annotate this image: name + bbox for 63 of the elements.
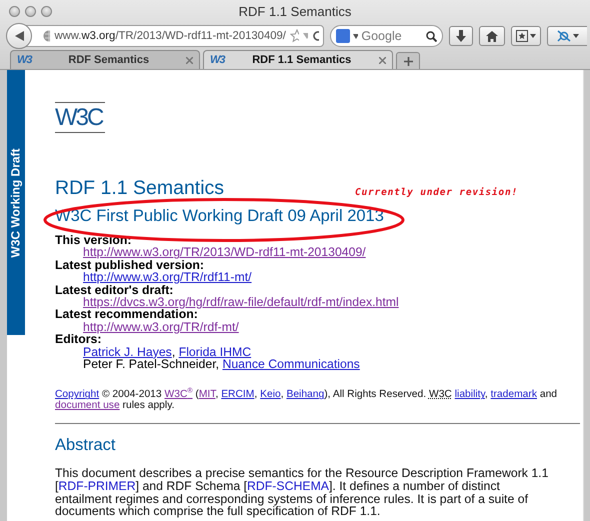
link[interactable]: ERCIM [221, 389, 254, 400]
search-input[interactable]: Google [361, 29, 424, 43]
link[interactable]: Copyright [55, 389, 100, 400]
zoom-button[interactable] [41, 6, 52, 16]
link[interactable]: http://www.w3.org/TR/2013/WD-rdf11-mt-20130409/ [83, 245, 366, 260]
editor-line: Patrick J. Hayes, Florida IHMC [83, 346, 252, 358]
close-tab-icon[interactable] [379, 56, 386, 64]
home-button[interactable] [479, 26, 505, 46]
dropdown-icon [530, 34, 536, 38]
abstract-paragraph: This document describes a precise semantics for the Resource Description Framework 1.1 [RDF-PRIMER] and RDF Schema [RDF-SCHEMA]. It defines a number of distinct entailment regimes and corresponding systems of inference rules. It is part of a suite of documents which comprise the full specification of RDF 1.1. [55, 467, 550, 518]
reload-icon[interactable] [312, 30, 319, 42]
link[interactable]: Florida IHMC [178, 344, 252, 359]
link[interactable]: document use [55, 400, 120, 412]
tab-icon: W3 [210, 54, 224, 66]
download-button[interactable] [449, 26, 473, 46]
search-bar[interactable]: Google [330, 25, 443, 47]
link[interactable]: http://www.w3.org/TR/rdf11-mt/ [83, 270, 252, 284]
plus-icon [404, 56, 412, 66]
banner-label: W3C Working Draft [9, 148, 23, 258]
section-heading: Abstract [55, 436, 116, 456]
link[interactable]: W3C$^{®}$ [164, 389, 193, 400]
bookmark-star-icon [516, 30, 528, 42]
home-icon [486, 30, 498, 42]
tab[interactable]: W3 RDF 1.1 Semantics [203, 50, 393, 69]
editor-line: Peter F. Patel-Schneider, Nuance Communications [83, 358, 360, 370]
dropdown-icon[interactable] [352, 34, 358, 38]
reference-link[interactable]: RDF-SCHEMA [247, 479, 330, 494]
page-title: RDF 1.1 Semantics [55, 176, 224, 200]
new-tab-button[interactable] [396, 52, 420, 69]
link[interactable]: Beihang [286, 389, 324, 400]
field-label: This version: [55, 234, 132, 246]
copyright-notice: Copyright © 2004-2013 W3C$^{®}$ (MIT, ERCIM, Keio, Beihang), All Rights Reserved. W3C liability, trademark and document use rules apply. [55, 389, 558, 412]
link[interactable]: Keio [260, 389, 281, 400]
addon-icon [556, 30, 570, 42]
link[interactable]: MIT [198, 389, 216, 400]
window-title: RDF 1.1 Semantics [238, 4, 352, 18]
field-label: Latest published version: [55, 258, 204, 272]
star-icon[interactable] [290, 29, 299, 43]
link[interactable]: Patrick J. Hayes [83, 344, 172, 359]
close-tab-icon[interactable] [186, 56, 193, 64]
field-label: Latest recommendation: [55, 308, 198, 321]
reference-link[interactable]: RDF-PRIMER [58, 479, 136, 494]
addon-button[interactable] [547, 26, 587, 46]
link[interactable]: Nuance Communications [222, 357, 360, 372]
download-icon [456, 30, 466, 42]
field-label: Editors: [55, 333, 102, 346]
link[interactable]: trademark [490, 389, 537, 400]
abbreviation: W3C [428, 389, 452, 400]
bookmarks-button[interactable] [511, 26, 541, 46]
logo[interactable]: W3C [55, 102, 105, 133]
link[interactable]: https://dvcs.w3.org/hg/rdf/raw-file/default/rdf-mt/index.html [83, 295, 399, 310]
close-button[interactable] [9, 6, 20, 16]
field-label: Latest editor's draft: [55, 284, 174, 296]
tab-icon: W3 [17, 54, 32, 66]
back-button[interactable] [6, 23, 32, 49]
link[interactable]: liability [454, 389, 485, 400]
tab[interactable]: W3 RDF Semantics [10, 50, 200, 69]
minimize-button[interactable] [25, 6, 36, 16]
url-text: www.w3.org/TR/2013/WD-rdf11-mt-20130409/ [54, 30, 286, 42]
link[interactable]: http://www.w3.org/TR/rdf-mt/ [83, 320, 239, 334]
search-icon [426, 30, 437, 42]
annotation-note: Currently under revision! [355, 187, 518, 198]
dropdown-icon [572, 34, 578, 38]
